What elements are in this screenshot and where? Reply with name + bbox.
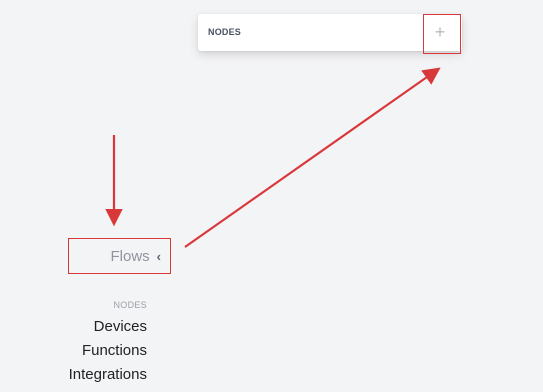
diagonal-arrow	[184, 67, 441, 248]
annotation-arrows	[105, 67, 441, 248]
